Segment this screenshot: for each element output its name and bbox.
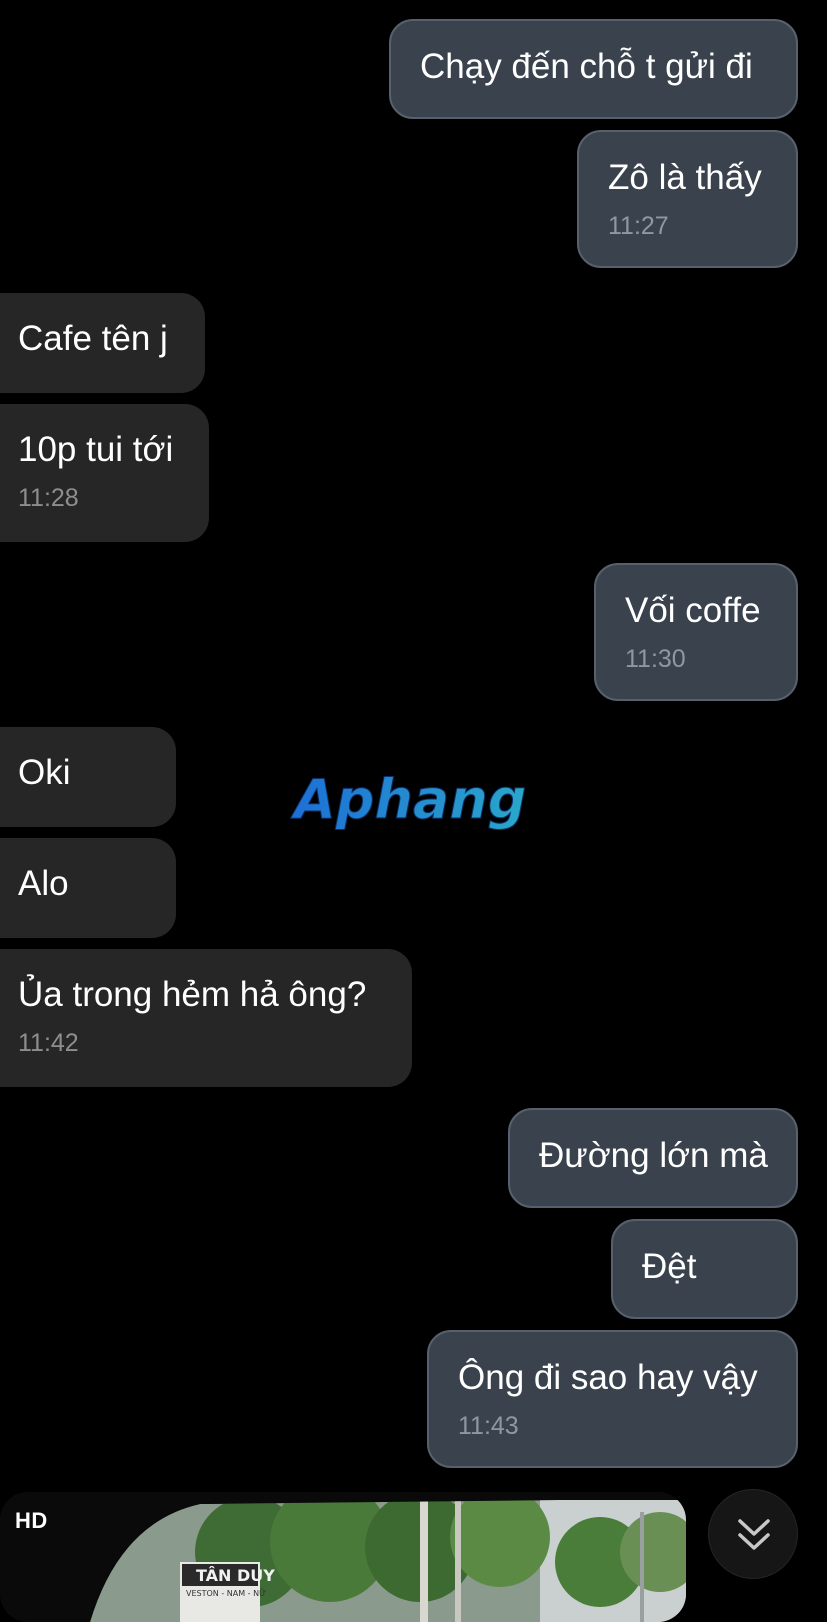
- message-text: Ông đi sao hay vậy: [458, 1358, 758, 1397]
- message-bubble-incoming[interactable]: Cafe tên j: [0, 293, 205, 393]
- message-text: Vối coffe: [625, 591, 761, 630]
- message-text: 10p tui tới: [18, 430, 174, 469]
- message-bubble-incoming[interactable]: Oki: [0, 727, 176, 827]
- video-thumbnail: TÂN DUY VESTON - NAM - NỮ: [0, 1492, 686, 1622]
- message-bubble-incoming[interactable]: 10p tui tới 11:28: [0, 404, 209, 542]
- message-bubble-outgoing[interactable]: Đường lớn mà: [508, 1108, 798, 1208]
- message-bubble-incoming[interactable]: Ủa trong hẻm hả ông? 11:42: [0, 949, 412, 1087]
- scroll-to-bottom-button[interactable]: [708, 1489, 798, 1579]
- message-timestamp: 11:28: [18, 484, 79, 512]
- message-timestamp: 11:27: [608, 212, 669, 240]
- message-text: Zô là thấy: [608, 158, 762, 197]
- message-text: Đường lớn mà: [539, 1136, 768, 1175]
- message-text: Oki: [18, 753, 71, 792]
- video-preview[interactable]: TÂN DUY VESTON - NAM - NỮ HD: [0, 1492, 686, 1622]
- video-sign-subtext: VESTON - NAM - NỮ: [186, 1587, 266, 1598]
- message-timestamp: 11:43: [458, 1412, 519, 1440]
- message-text: Ủa trong hẻm hả ông?: [18, 975, 367, 1014]
- message-text: Đệt: [642, 1247, 697, 1286]
- message-bubble-outgoing[interactable]: Zô là thấy 11:27: [577, 130, 798, 268]
- video-sign-text: TÂN DUY: [196, 1566, 275, 1585]
- message-bubble-outgoing[interactable]: Đệt: [611, 1219, 798, 1319]
- message-bubble-outgoing[interactable]: Ông đi sao hay vậy 11:43: [427, 1330, 798, 1468]
- message-timestamp: 11:42: [18, 1029, 79, 1057]
- message-timestamp: 11:30: [625, 645, 686, 673]
- double-chevron-down-icon: [738, 1519, 770, 1550]
- message-text: Alo: [18, 864, 69, 903]
- message-text: Cafe tên j: [18, 319, 168, 358]
- hd-badge: HD: [15, 1508, 48, 1533]
- message-text: Chạy đến chỗ t gửi đi: [420, 47, 753, 86]
- message-bubble-outgoing[interactable]: Vối coffe 11:30: [594, 563, 798, 701]
- message-bubble-incoming[interactable]: Alo: [0, 838, 176, 938]
- watermark-text: Aphang: [290, 770, 526, 830]
- watermark-logo: Aphang: [290, 770, 527, 830]
- message-bubble-outgoing[interactable]: Chạy đến chỗ t gửi đi: [389, 19, 798, 119]
